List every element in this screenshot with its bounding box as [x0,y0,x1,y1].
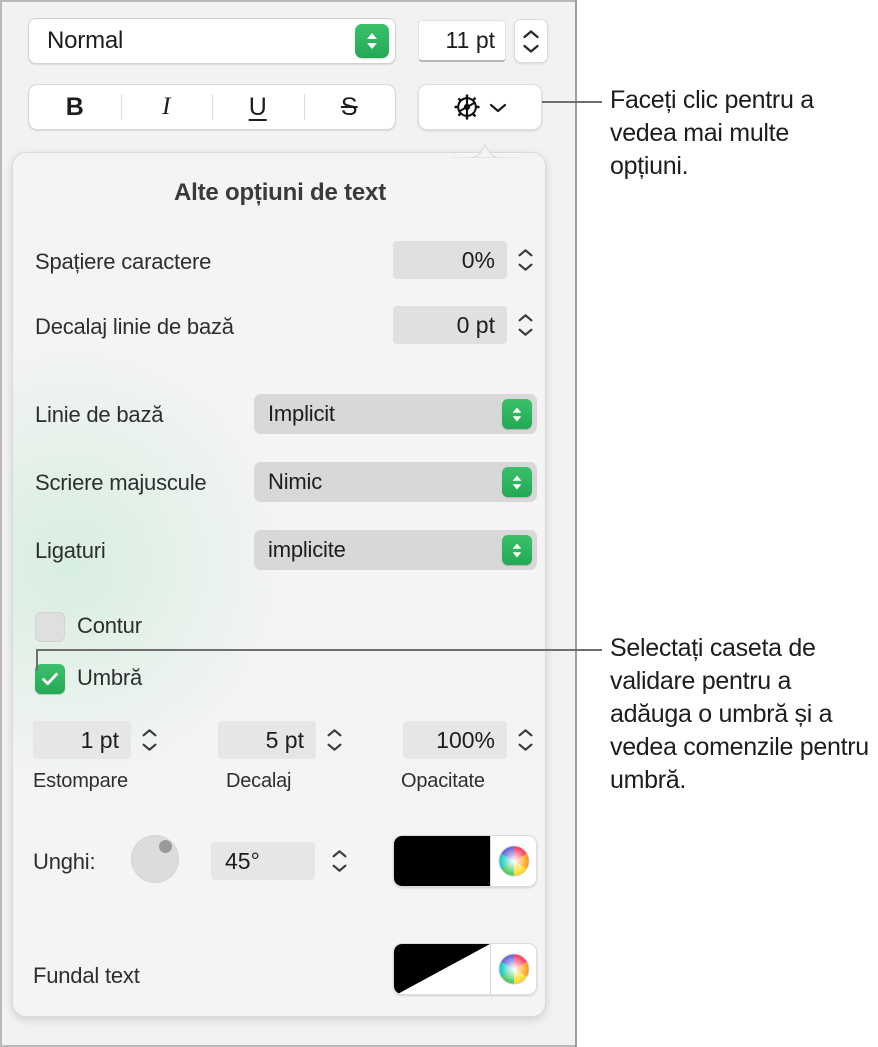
up-down-stepper-icon[interactable] [355,24,389,58]
baseline-select[interactable]: Implicit [254,394,537,434]
gear-icon [454,94,480,120]
up-down-stepper-icon[interactable] [502,467,532,497]
shadow-blur-stepper[interactable] [137,721,161,759]
callout-shadow-checkbox: Selectați caseta de validare pentru a ad… [610,634,869,794]
baseline-shift-value: 0 pt [456,311,495,338]
baseline-shift-field[interactable]: 0 pt [393,306,507,344]
baseline-value: Implicit [268,401,335,426]
chevron-down-icon [332,864,346,872]
capitalization-value: Nimic [268,469,322,494]
angle-dial-icon[interactable] [131,835,179,883]
shadow-color-swatch[interactable] [394,836,490,886]
chevron-up-icon [518,729,533,737]
font-size-stepper[interactable] [514,19,548,63]
shadow-opacity-label: Opacitate [401,770,485,792]
callout-leader-2-drop [36,649,38,671]
chevron-down-icon [327,743,341,751]
color-wheel-button[interactable] [491,944,536,994]
ligatures-select[interactable]: implicite [254,530,537,570]
callout-leader-2 [36,649,602,651]
capitalization-select[interactable]: Nimic [254,462,537,502]
baseline-shift-label: Decalaj linie de bază [35,314,234,339]
more-text-options-button[interactable] [418,84,542,130]
popover-title: Alte opțiuni de text [173,179,386,206]
shadow-angle-stepper[interactable] [327,842,351,880]
chevron-down-icon [489,103,507,112]
shadow-offset-value: 5 pt [265,726,304,753]
baseline-shift-stepper[interactable] [513,306,537,344]
diagonal-none-swatch-icon [394,944,490,994]
shadow-angle-label: Unghi: [33,849,96,874]
ligatures-label: Ligaturi [35,538,106,563]
shadow-opacity-value: 100% [436,726,495,753]
shadow-opacity-field[interactable]: 100% [403,721,507,759]
font-size-field[interactable]: 11 pt [418,20,506,62]
chevron-down-icon [523,44,539,53]
callout-more-options: Faceți clic pentru a vedea mai multe opț… [610,86,814,180]
text-background-swatch[interactable] [394,944,490,994]
chevron-up-icon [332,850,346,858]
shadow-color-well[interactable] [393,835,537,887]
shadow-blur-label: Estompare [33,770,128,792]
chevron-up-icon [523,29,539,38]
character-spacing-label: Spațiere caractere [35,249,212,274]
baseline-label: Linie de bază [35,402,164,427]
strikethrough-button[interactable]: S [303,85,396,129]
shadow-angle-value: 45° [225,847,260,874]
paragraph-style-value: Normal [47,27,124,54]
shadow-offset-label: Decalaj [226,770,292,792]
outline-label: Contur [77,613,142,638]
shadow-label: Umbră [77,665,143,690]
callout-leader-1 [540,101,602,103]
popover-arrow [452,143,518,158]
bold-button[interactable]: B [29,85,121,129]
checkmark-icon [42,672,58,686]
text-background-label: Fundal text [33,963,140,988]
outline-checkbox[interactable] [35,612,65,642]
callout-spine [575,0,577,1047]
chevron-up-icon [518,314,533,322]
italic-button[interactable]: I [120,85,213,129]
shadow-opacity-stepper[interactable] [513,721,537,759]
paragraph-style-select[interactable]: Normal [28,18,396,64]
shadow-angle-field[interactable]: 45° [211,842,315,880]
up-down-stepper-icon[interactable] [502,535,532,565]
underline-button[interactable]: U [212,85,304,129]
shadow-blur-value: 1 pt [80,726,119,753]
up-down-stepper-icon[interactable] [502,399,532,429]
font-size-value: 11 pt [445,27,495,53]
chevron-down-icon [518,328,533,336]
text-format-segmented-control[interactable]: B I U S [28,84,396,130]
app-screenshot-region: Normal 11 pt B I U S Alte opțiuni de tex… [0,0,575,1047]
screenshot-border-left [0,0,2,1047]
text-background-color-well[interactable] [393,943,537,995]
shadow-blur-field[interactable]: 1 pt [33,721,131,759]
screenshot-border-top [0,0,575,2]
character-spacing-field[interactable]: 0% [393,241,507,279]
chevron-down-icon [142,743,156,751]
color-wheel-icon [498,953,529,985]
chevron-down-icon [518,743,533,751]
shadow-checkbox[interactable] [35,664,65,694]
more-text-options-popover: Alte opțiuni de text Spațiere caractere … [12,152,546,1017]
capitalization-label: Scriere majuscule [35,470,207,495]
angle-dial-knob[interactable] [159,840,172,853]
chevron-up-icon [327,729,341,737]
chevron-down-icon [518,263,533,271]
color-wheel-icon [498,845,529,877]
character-spacing-stepper[interactable] [513,241,537,279]
chevron-up-icon [518,249,533,257]
color-wheel-button[interactable] [491,836,536,886]
shadow-offset-stepper[interactable] [322,721,346,759]
character-spacing-value: 0% [461,246,495,273]
shadow-offset-field[interactable]: 5 pt [218,721,316,759]
chevron-up-icon [142,729,156,737]
ligatures-value: implicite [268,537,346,562]
